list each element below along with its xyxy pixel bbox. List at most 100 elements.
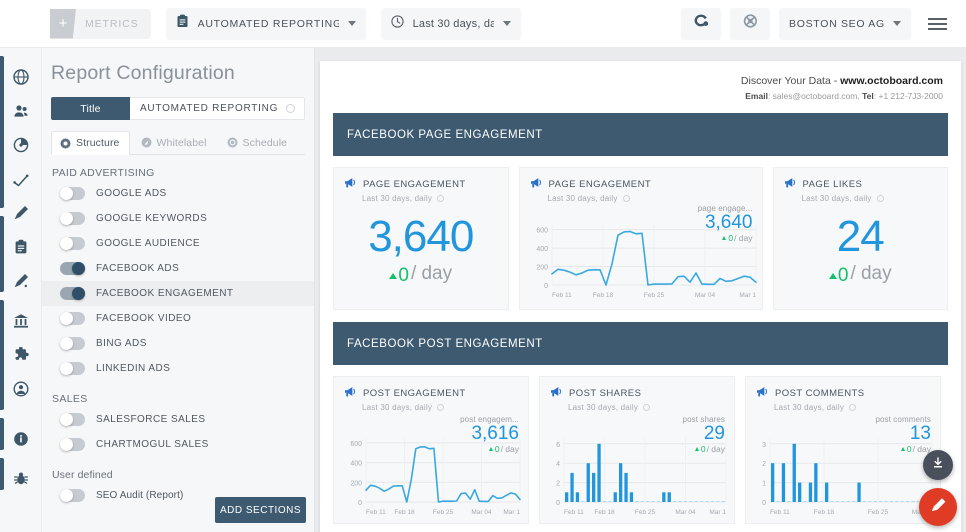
tel-label: Tel [862,91,874,101]
kpi-unit: / day [410,263,453,284]
megaphone-icon [550,386,563,400]
chevron-down-icon[interactable] [347,21,356,26]
info-dot-icon[interactable] [437,404,445,411]
title-input[interactable]: AUTOMATED REPORTING [130,97,305,120]
sidebar-item-bank[interactable] [10,310,32,332]
date-range-select[interactable]: Last 30 days, daily [380,7,521,40]
brand-tagline: Discover Your Data - www.octoboard.com [320,75,943,87]
clear-icon[interactable] [286,104,295,113]
section-toggle[interactable] [60,337,85,350]
report-widget[interactable]: PAGE ENGAGEMENT Last 30 days, daily 3,640 0… [333,167,509,310]
section-toggle[interactable] [60,287,85,300]
section-toggle[interactable] [60,438,85,451]
section-toggle-label: FACEBOOK ENGAGEMENT [96,288,234,299]
metrics-button[interactable]: + METRICS [50,8,151,39]
sidebar-item-pencil-ruler[interactable] [10,202,32,224]
info-dot-icon[interactable] [849,404,857,411]
section-toggle-row[interactable]: CHARTMOGUL SALES [42,432,314,457]
section-toggle-row[interactable]: GOOGLE ADS [42,181,314,206]
page-title: Report Configuration [51,62,235,84]
widget-stat-value: 3,616 [471,423,519,444]
report-select[interactable]: AUTOMATED REPORTING [165,7,366,40]
section-group-label: PAID ADVERTISING [52,167,155,179]
sidebar-item-clipboard[interactable] [10,236,32,258]
title-input-value: AUTOMATED REPORTING [140,103,279,114]
kpi-unit: / day [850,263,892,284]
sidebar-item-globe[interactable] [10,66,32,88]
info-dot-icon[interactable] [622,195,630,202]
report-brand-header: Discover Your Data - www.octoboard.com E… [320,61,961,101]
widget-title-row: PAGE ENGAGEMENT [344,177,508,191]
clock-icon [390,14,404,33]
widget-subtitle: Last 30 days, daily [774,403,845,412]
widget-subtitle: Last 30 days, daily [568,403,639,412]
svg-text:Mar 1: Mar 1 [709,509,726,516]
svg-text:Feb 18: Feb 18 [394,509,415,516]
section-toggle-row[interactable]: SALESFORCE SALES [42,407,314,432]
sidebar-item-users[interactable] [10,100,32,122]
report-widget[interactable]: PAGE ENGAGEMENT Last 30 days, daily page e… [518,167,763,310]
megaphone-icon [784,177,797,191]
info-dot-icon[interactable] [643,404,651,411]
info-dot-icon[interactable] [437,195,445,202]
kpi-value: 3,640 [368,212,474,261]
section-toggle-row[interactable]: LINKEDIN ADS [42,356,314,381]
sidebar-item-info[interactable] [10,428,32,450]
plug-button[interactable] [730,7,770,40]
section-toggle[interactable] [60,262,85,275]
report-widget[interactable]: POST ENGAGEMENT Last 30 days, daily post e… [333,376,529,524]
sidebar-item-puzzle[interactable] [10,344,32,366]
section-toggle[interactable] [60,489,85,502]
report-sections: FACEBOOK PAGE ENGAGEMENT PAGE ENGAGEMENT L… [320,113,961,524]
svg-text:Feb 11: Feb 11 [564,509,584,516]
tab-structure[interactable]: Structure [51,131,130,155]
section-toggle-label: SALESFORCE SALES [96,414,206,425]
toggle-knob [60,212,73,225]
section-toggle-row[interactable]: BING ADS [42,331,314,356]
section-toggle[interactable] [60,187,85,200]
sidebar-item-trend-line[interactable] [10,168,32,190]
section-toggle[interactable] [60,413,85,426]
sidebar-item-user-circle[interactable] [10,378,32,400]
widget-subtitle: Last 30 days, daily [801,194,872,203]
section-toggle-row[interactable]: FACEBOOK ENGAGEMENT [42,281,314,306]
report-widget[interactable]: POST COMMENTS Last 30 days, daily post com… [745,376,941,524]
section-toggle-row[interactable]: FACEBOOK ADS [42,256,314,281]
toggle-knob [60,362,73,375]
tab-whitelabel[interactable]: Whitelabel [133,131,216,154]
chevron-down-icon[interactable] [502,21,511,26]
widget-delta-unit: / day [706,443,725,454]
report-section-header: FACEBOOK POST ENGAGEMENT [333,322,948,365]
sidebar-item-pie-chart[interactable] [10,134,32,156]
section-toggle[interactable] [60,212,85,225]
report-widget[interactable]: PAGE LIKES Last 30 days, daily 24 0/ day [772,167,948,310]
add-sections-button[interactable]: ADD SECTIONS [215,497,306,523]
plug-icon [743,14,758,33]
section-toggle[interactable] [60,312,85,325]
section-toggle-row[interactable]: GOOGLE KEYWORDS [42,206,314,231]
edit-fab[interactable] [919,488,957,526]
download-fab[interactable] [923,450,953,480]
svg-text:Mar 04: Mar 04 [675,509,696,516]
info-dot-icon[interactable] [876,195,884,202]
widget-row: PAGE ENGAGEMENT Last 30 days, daily 3,640 0… [333,167,948,310]
report-canvas: Discover Your Data - www.octoboard.com E… [315,48,966,532]
section-toggle-row[interactable]: FACEBOOK VIDEO [42,306,314,331]
sidebar-item-edit-chart[interactable] [10,270,32,292]
sidebar-item-bug[interactable] [10,468,32,490]
section-toggle-row[interactable]: GOOGLE AUDIENCE [42,231,314,256]
chevron-down-icon[interactable] [893,21,901,26]
agency-select[interactable]: BOSTON SEO AGENCY [779,7,911,40]
add-metric-icon[interactable]: + [50,8,76,39]
email-value: : sales@octoboard.com, [767,91,863,101]
section-toggle[interactable] [60,237,85,250]
section-toggle-label: LINKEDIN ADS [96,363,171,374]
report-select-value: AUTOMATED REPORTING [197,17,339,30]
connector-button[interactable] [681,7,721,40]
hamburger-icon[interactable] [920,8,954,40]
report-widget[interactable]: POST SHARES Last 30 days, daily post share… [539,376,735,524]
tab-structure-label: Structure [76,137,120,149]
section-toggle[interactable] [60,362,85,375]
tab-schedule[interactable]: Schedule [219,131,297,154]
widget-subtitle: Last 30 days, daily [362,194,433,203]
